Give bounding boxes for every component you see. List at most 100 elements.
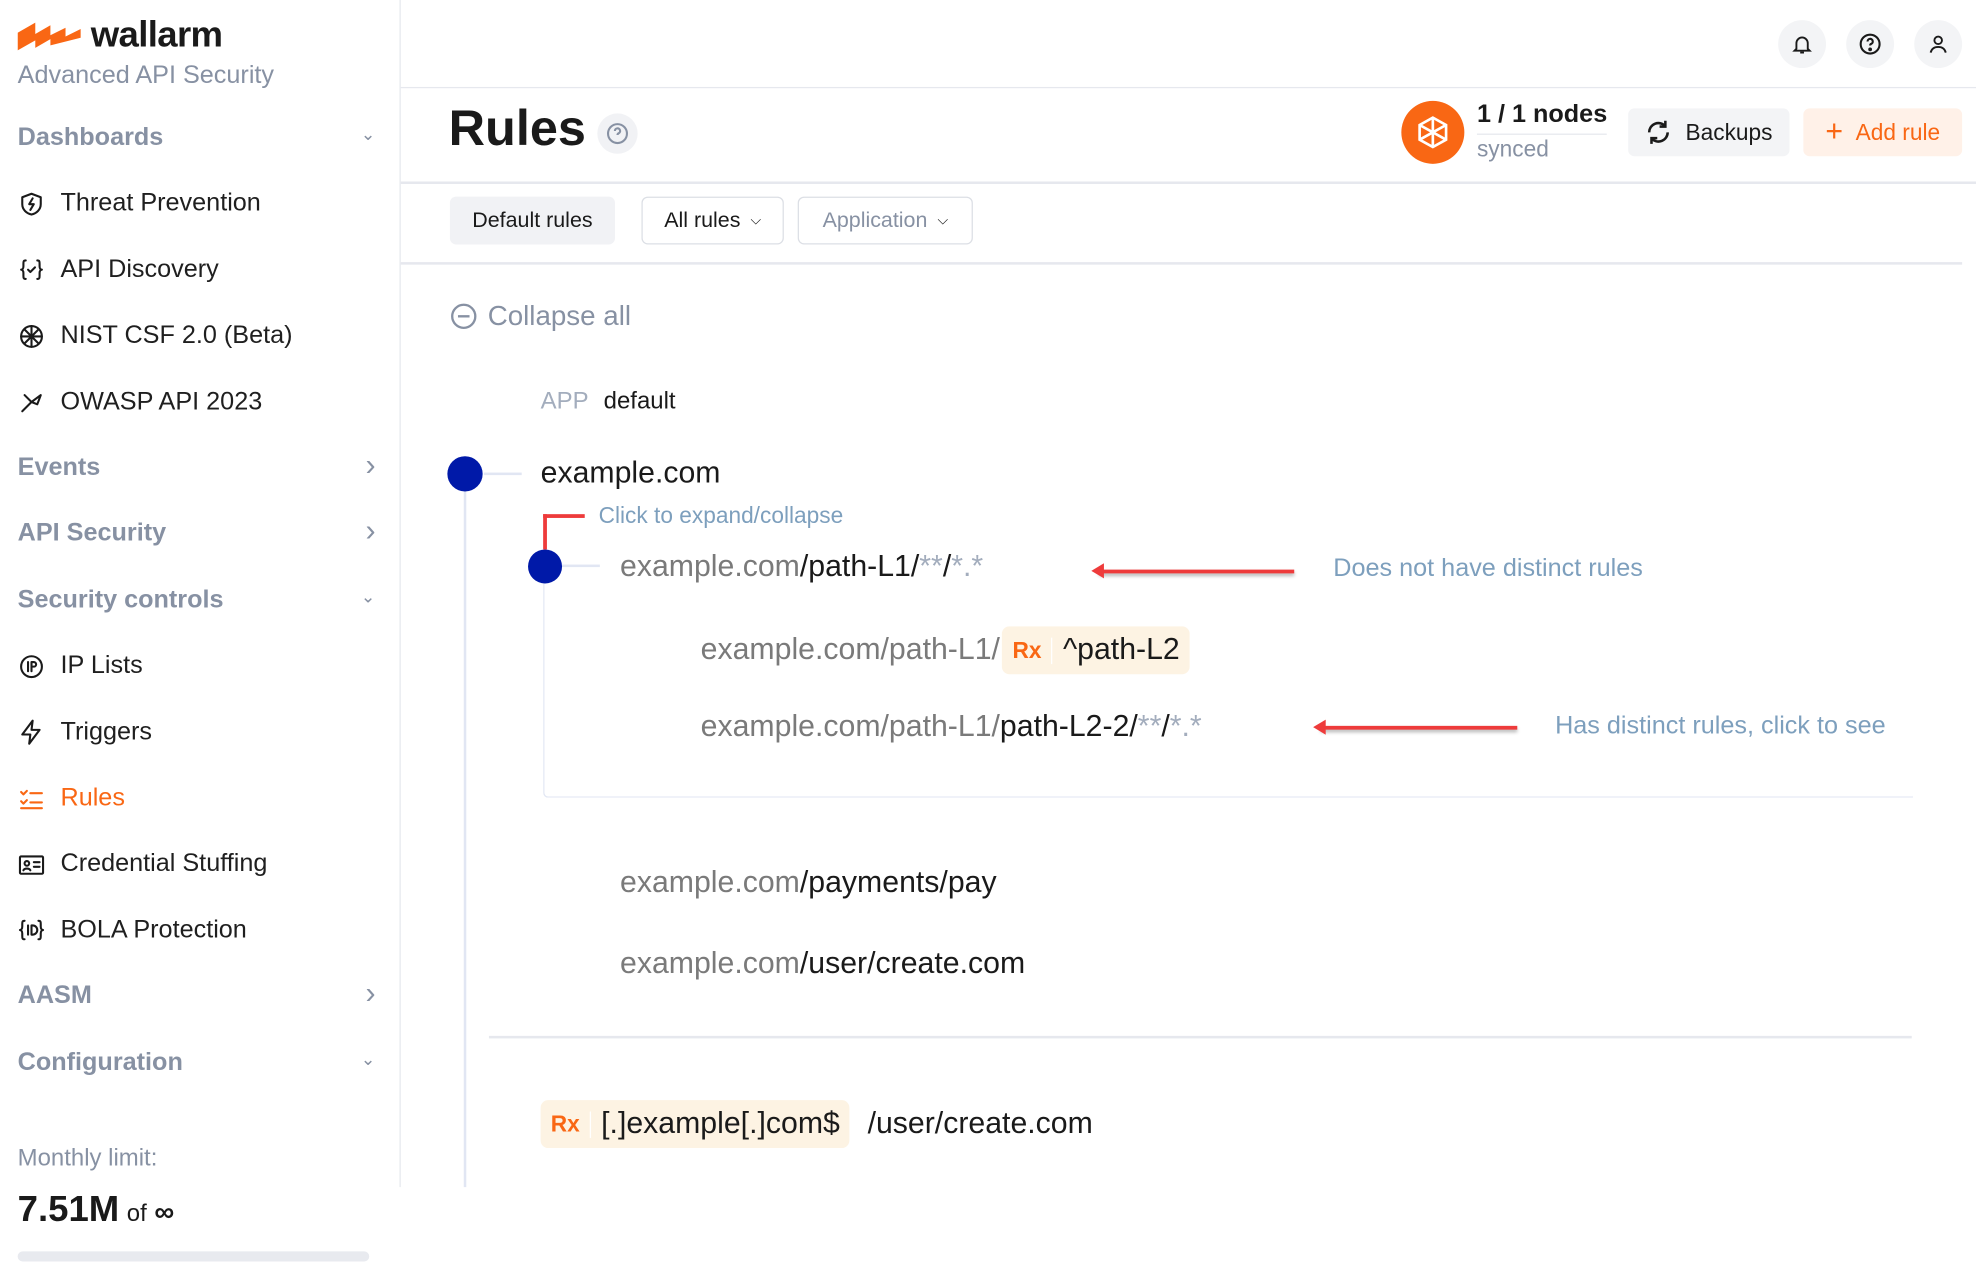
notifications-bell-icon[interactable]: [1778, 20, 1827, 69]
path-segment-path: path-L2-2/: [999, 709, 1138, 744]
application-label: Application: [822, 207, 928, 232]
path-segment-path: /path-L1/: [799, 549, 920, 584]
credential-icon: [18, 855, 45, 875]
path-segment-host: example.com: [620, 865, 800, 900]
backups-label: Backups: [1685, 119, 1773, 145]
add-rule-button[interactable]: + Add rule: [1803, 108, 1963, 157]
bolt-icon: [21, 719, 41, 745]
plus-icon: +: [1825, 114, 1844, 149]
rule-path: /user/create.com: [867, 1106, 1093, 1141]
sidebar-group-label: Dashboards: [17, 123, 164, 152]
collapse-all-label: Collapse all: [487, 299, 632, 332]
chevron-down-icon: ⌄: [360, 123, 376, 144]
sidebar-group-api-security[interactable]: API Security ›: [17, 515, 383, 549]
path-segment-wild: **: [919, 549, 943, 584]
regex-badge: Rx ^path-L2: [1002, 626, 1190, 675]
sidebar-item-owasp-api-2023[interactable]: OWASP API 2023: [18, 388, 262, 417]
sidebar-group-dashboards[interactable]: Dashboards ⌄: [18, 123, 383, 152]
expand-toggle-path-l1[interactable]: [528, 549, 563, 584]
sidebar-item-triggers[interactable]: Triggers: [18, 718, 152, 747]
brand-logo[interactable]: wallarm: [17, 15, 223, 57]
annotation-bracket-stem: [543, 514, 547, 550]
nodes-count[interactable]: 1 / 1 nodes: [1476, 101, 1608, 135]
path-segment-host: example.com/path-L1/: [700, 709, 1000, 744]
rules-help-icon[interactable]: [597, 113, 638, 154]
sidebar-group-label: Configuration: [17, 1047, 183, 1076]
ip-icon: [20, 654, 43, 678]
nodes-status-icon[interactable]: [1401, 100, 1465, 164]
braces-check-icon: [20, 259, 43, 281]
tree-root-domain[interactable]: example.com: [541, 456, 721, 491]
annotation-expand: Click to expand/collapse: [598, 502, 844, 529]
path-segment-host: example.com: [620, 549, 800, 584]
all-rules-dropdown[interactable]: All rules ⌵: [641, 196, 784, 245]
add-rule-label: Add rule: [1855, 119, 1941, 145]
application-dropdown[interactable]: Application ⌵: [797, 196, 973, 245]
chevron-right-icon: ›: [365, 976, 376, 1011]
annotation-has-distinct: Has distinct rules, click to see: [1555, 712, 1886, 740]
sidebar-group-security-controls[interactable]: Security controls ⌄: [18, 586, 383, 615]
app-value: default: [603, 388, 676, 415]
sidebar-item-threat-prevention[interactable]: Threat Prevention: [18, 190, 261, 219]
sidebar-item-credential-stuffing[interactable]: Credential Stuffing: [18, 849, 268, 879]
sidebar-group-events[interactable]: Events ›: [17, 449, 383, 483]
rule-path-row[interactable]: example.com/payments/pay: [620, 866, 997, 901]
sidebar-item-label: Triggers: [60, 717, 152, 746]
user-profile-icon[interactable]: [1914, 20, 1963, 69]
limit-progress-bar: [17, 1251, 370, 1262]
sidebar-item-label: BOLA Protection: [60, 915, 247, 944]
rule-path-row[interactable]: example.com/user/create.com: [620, 946, 1025, 981]
sidebar-group-configuration[interactable]: Configuration ⌄: [18, 1048, 383, 1077]
rx-label: Rx: [1002, 637, 1053, 664]
sidebar-item-rules[interactable]: Rules: [18, 784, 125, 813]
all-rules-label: All rules: [664, 207, 741, 232]
sidebar-group-aasm[interactable]: AASM ›: [17, 977, 383, 1011]
sidebar-group-label: AASM: [17, 981, 92, 1010]
chevron-down-icon: ⌵: [750, 212, 762, 228]
sidebar-item-label: Credential Stuffing: [60, 849, 268, 878]
sidebar-item-ip-lists[interactable]: IP Lists: [18, 652, 143, 681]
sidebar-item-nist-csf-2-0-beta[interactable]: NIST CSF 2.0 (Beta): [18, 322, 293, 351]
annotation-no-distinct: Does not have distinct rules: [1333, 554, 1643, 583]
nodes-sync-status: synced: [1476, 136, 1549, 162]
subtree-box: [543, 565, 1913, 798]
limit-max: ∞: [154, 1195, 175, 1228]
regex-value: ^path-L2: [1062, 632, 1180, 667]
page-title: Rules: [448, 100, 586, 157]
limit-used: 7.51M: [17, 1189, 120, 1230]
rules-list-icon: [20, 789, 43, 809]
annotation-arrow: [1091, 563, 1295, 579]
brand-name: wallarm: [90, 15, 223, 56]
header-divider: [400, 181, 1976, 184]
rule-path-row-regex[interactable]: Rx [.]example[.]com$ /user/create.com: [540, 1100, 1093, 1149]
path-segment-path: /: [1161, 709, 1170, 744]
path-segment-path: /: [942, 549, 952, 584]
app-label: APP: [540, 388, 589, 415]
sidebar-item-bola-protection[interactable]: BOLA Protection: [18, 916, 247, 945]
sidebar-item-label: API Discovery: [60, 255, 219, 284]
sidebar-item-label: Threat Prevention: [60, 189, 261, 218]
tree-connector: [562, 564, 600, 567]
chevron-down-icon: ⌄: [360, 585, 376, 606]
chevron-down-icon: ⌄: [360, 1047, 376, 1069]
backups-button[interactable]: Backups: [1628, 108, 1790, 157]
collapse-minus-circle-icon: [451, 303, 477, 330]
annotation-bracket: [543, 514, 585, 518]
rule-path-row[interactable]: example.com/path-L1/** / *.*: [620, 549, 983, 584]
default-rules-button[interactable]: Default rules: [449, 196, 615, 245]
sidebar-group-label: API Security: [17, 519, 167, 548]
filters-divider: [400, 262, 1963, 265]
sidebar-group-label: Events: [17, 453, 101, 482]
help-icon[interactable]: [1846, 20, 1895, 69]
path-segment-path: /payments/pay: [799, 865, 997, 900]
rule-path-row[interactable]: example.com/path-L1/path-L2-2/** / *.*: [701, 709, 1202, 744]
brand-subtitle: Advanced API Security: [17, 61, 275, 90]
chevron-right-icon: ›: [365, 448, 376, 483]
sidebar-item-api-discovery[interactable]: API Discovery: [18, 256, 219, 285]
tree-line-root: [463, 473, 466, 1188]
rule-path-row[interactable]: example.com/path-L1/ Rx ^path-L2: [701, 626, 1190, 675]
sidebar-item-label: Rules: [60, 783, 125, 812]
path-segment-wild: *.*: [951, 549, 984, 584]
expand-toggle-root[interactable]: [447, 456, 483, 492]
collapse-all-button[interactable]: Collapse all: [450, 300, 631, 333]
